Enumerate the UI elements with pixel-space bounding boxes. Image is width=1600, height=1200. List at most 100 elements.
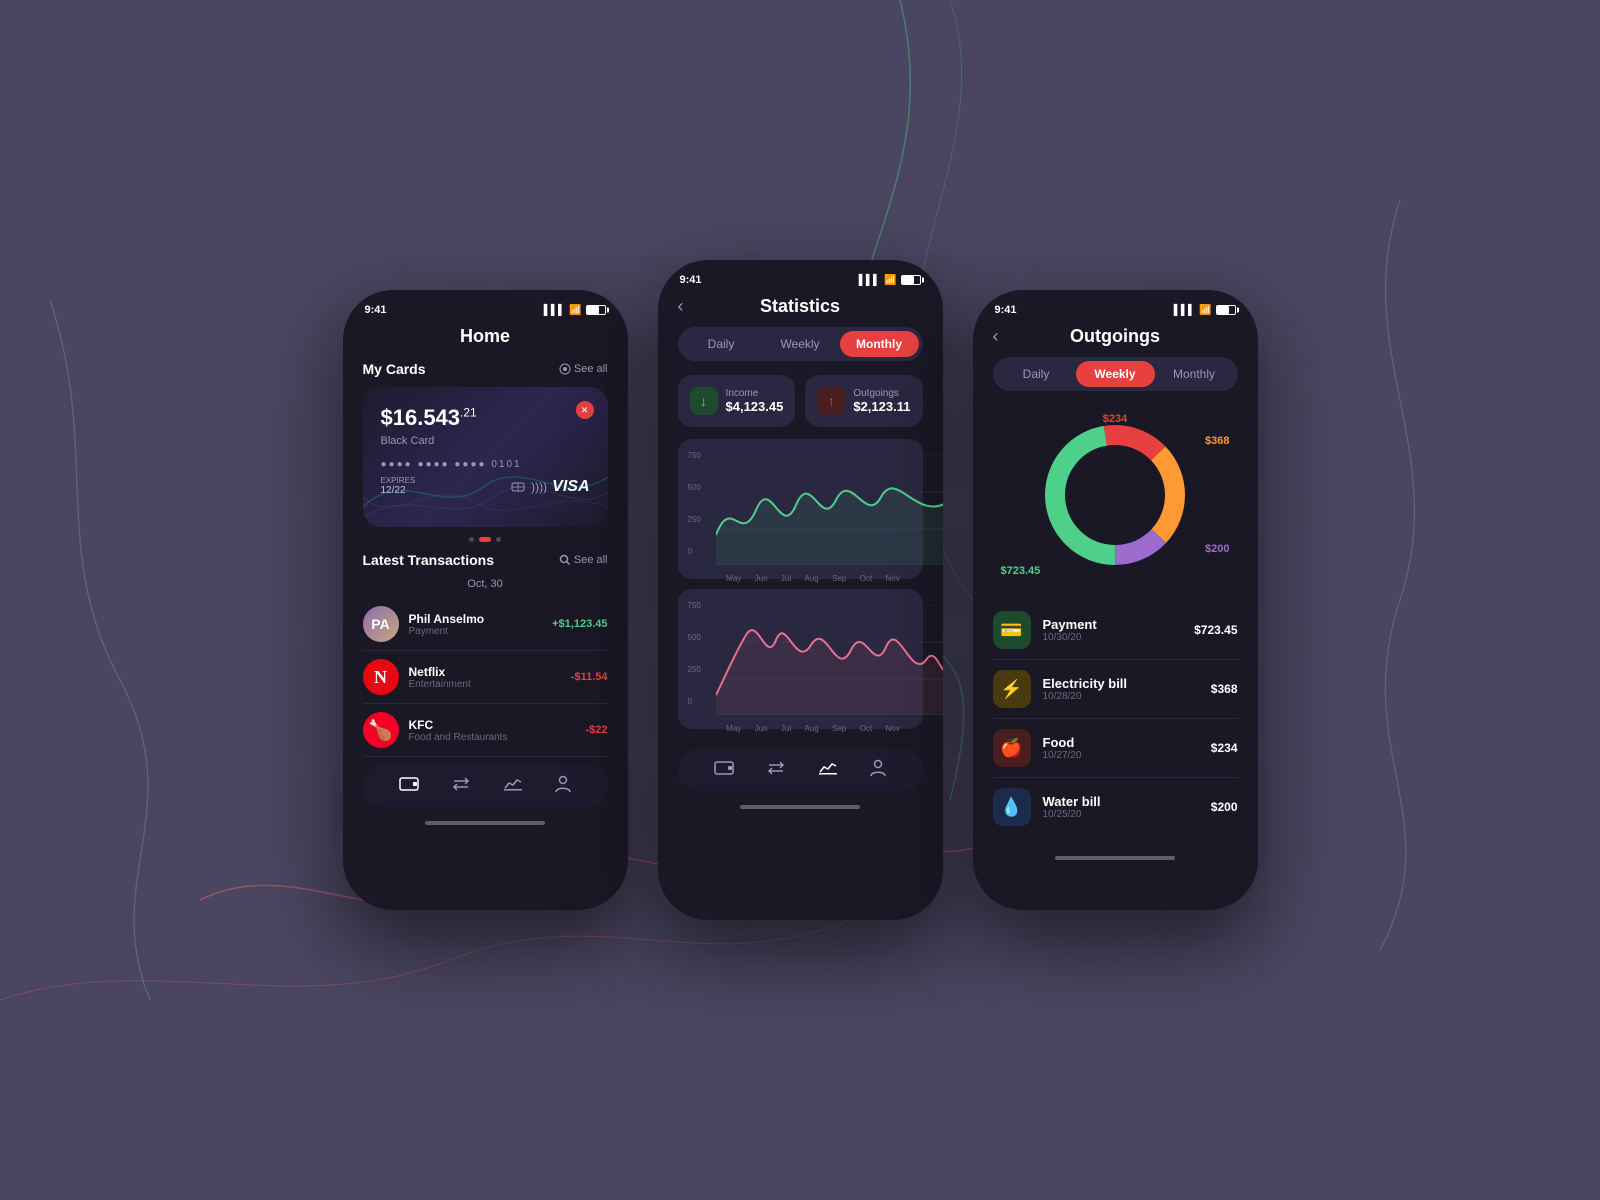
x-label-may: May <box>726 724 741 733</box>
card-amount: $16.543.21 <box>381 405 590 431</box>
transaction-item[interactable]: N Netflix Entertainment -$11.54 <box>363 651 608 704</box>
donut-label-200: $200 <box>1205 543 1229 555</box>
nav-person[interactable] <box>555 775 571 793</box>
donut-svg <box>1005 405 1225 585</box>
transactions-see-all[interactable]: See all <box>559 554 608 566</box>
x-label-oct: Oct <box>860 724 872 733</box>
battery-icon <box>901 275 921 285</box>
food-icon: 🍎 <box>993 729 1031 767</box>
nav-chart[interactable] <box>503 776 523 792</box>
y-label-500: 500 <box>688 633 701 642</box>
tab-weekly[interactable]: Weekly <box>761 331 840 357</box>
signal-icon: ▌▌▌ <box>1174 305 1195 316</box>
transaction-name: Phil Anselmo <box>409 612 553 626</box>
electricity-icon: ⚡ <box>993 670 1031 708</box>
transaction-info: Netflix Entertainment <box>409 665 571 690</box>
outgoing-date: 10/27/20 <box>1043 750 1211 761</box>
wifi-icon: 📶 <box>884 275 896 286</box>
transaction-item[interactable]: PA Phil Anselmo Payment +$1,123.45 <box>363 598 608 651</box>
nav-wallet[interactable] <box>399 776 419 792</box>
card-badge: ✕ <box>576 401 594 419</box>
droplet-icon: 💧 <box>1000 797 1022 818</box>
income-chart: 750 500 250 0 May Jun <box>678 439 923 579</box>
back-button[interactable]: ‹ <box>678 296 684 317</box>
chart-x-labels-2: May Jun Jul Aug Sep Oct Nov <box>716 724 911 733</box>
signal-icon: ▌▌▌ <box>544 305 565 316</box>
time: 9:41 <box>995 304 1017 316</box>
transaction-avatar: 🍗 <box>363 712 399 748</box>
x-label-sep: Sep <box>832 574 846 583</box>
outgoing-item[interactable]: ⚡ Electricity bill 10/28/20 $368 <box>993 660 1238 719</box>
time: 9:41 <box>365 304 387 316</box>
avatar-img: PA <box>363 606 399 642</box>
nav-chart[interactable] <box>818 760 838 776</box>
donut-label-723: $723.45 <box>1001 565 1041 577</box>
person-icon <box>555 775 571 793</box>
home-title: Home <box>363 326 608 347</box>
income-label: Income <box>726 388 784 399</box>
nav-transfer[interactable] <box>451 776 471 792</box>
battery-icon <box>586 305 606 315</box>
outgoing-date: 10/30/20 <box>1043 632 1195 643</box>
stats-title: Statistics <box>760 296 840 317</box>
bottom-nav <box>678 749 923 791</box>
outgoing-item[interactable]: 🍎 Food 10/27/20 $234 <box>993 719 1238 778</box>
nav-wallet[interactable] <box>714 760 734 776</box>
tab-monthly[interactable]: Monthly <box>840 331 919 357</box>
x-label-jul: Jul <box>781 574 791 583</box>
income-chart-svg <box>716 455 943 565</box>
outgoing-amount: $234 <box>1211 741 1238 755</box>
transaction-category: Food and Restaurants <box>409 732 586 743</box>
payment-icon: 💳 <box>993 611 1031 649</box>
kfc-icon: 🍗 <box>368 718 393 743</box>
signal-icon: ▌▌▌ <box>859 275 880 286</box>
statistics-phone: 9:41 ▌▌▌ 📶 ‹ Statistics Daily Weekly Mon… <box>658 260 943 920</box>
outgoing-name: Electricity bill <box>1043 676 1211 691</box>
tab-weekly[interactable]: Weekly <box>1076 361 1155 387</box>
outgoings-label: Outgoings <box>853 388 910 399</box>
nav-transfer[interactable] <box>766 760 786 776</box>
x-label-jun: Jun <box>755 574 768 583</box>
y-label-250: 250 <box>688 515 701 524</box>
back-button[interactable]: ‹ <box>993 326 999 347</box>
x-label-aug: Aug <box>805 574 819 583</box>
transaction-item[interactable]: 🍗 KFC Food and Restaurants -$22 <box>363 704 608 757</box>
battery-icon <box>1216 305 1236 315</box>
outgoings-value: $2,123.11 <box>853 399 910 414</box>
lightning-icon: ⚡ <box>1000 679 1022 700</box>
card-icon: 💳 <box>1000 620 1022 641</box>
my-cards-see-all[interactable]: See all <box>559 363 608 375</box>
tab-monthly[interactable]: Monthly <box>1155 361 1234 387</box>
wifi-icon: 📶 <box>1199 305 1211 316</box>
outgoing-amount: $200 <box>1211 800 1238 814</box>
outgoing-name: Food <box>1043 735 1211 750</box>
card-type: Black Card <box>381 435 590 447</box>
donut-label-234: $234 <box>1103 413 1127 425</box>
transaction-amount: -$22 <box>585 724 607 736</box>
tab-daily[interactable]: Daily <box>682 331 761 357</box>
outgoing-info: Payment 10/30/20 <box>1043 617 1195 643</box>
outgoing-name: Water bill <box>1043 794 1211 809</box>
netflix-icon: N <box>374 667 387 688</box>
income-value: $4,123.45 <box>726 399 784 414</box>
x-label-jun: Jun <box>755 724 768 733</box>
bottom-nav <box>363 765 608 807</box>
dot-2 <box>479 537 491 542</box>
card-wave <box>363 447 608 527</box>
stats-header: ‹ Statistics <box>678 290 923 327</box>
time: 9:41 <box>680 274 702 286</box>
tab-group: Daily Weekly Monthly <box>993 357 1238 391</box>
transaction-name: Netflix <box>409 665 571 679</box>
outgoing-item[interactable]: 💳 Payment 10/30/20 $723.45 <box>993 601 1238 660</box>
tab-daily[interactable]: Daily <box>997 361 1076 387</box>
outgoings-card: ↑ Outgoings $2,123.11 <box>805 375 922 427</box>
dot-1 <box>469 537 474 542</box>
transactions-label: Latest Transactions <box>363 552 495 568</box>
credit-card[interactable]: ✕ $16.543.21 Black Card ●●●● ●●●● ●●●● 0… <box>363 387 608 527</box>
nav-person[interactable] <box>870 759 886 777</box>
income-card: ↓ Income $4,123.45 <box>678 375 796 427</box>
income-icon: ↓ <box>690 387 718 415</box>
x-label-nov: Nov <box>886 574 900 583</box>
status-icons: ▌▌▌ 📶 <box>1174 305 1236 316</box>
outgoing-item[interactable]: 💧 Water bill 10/25/20 $200 <box>993 778 1238 836</box>
